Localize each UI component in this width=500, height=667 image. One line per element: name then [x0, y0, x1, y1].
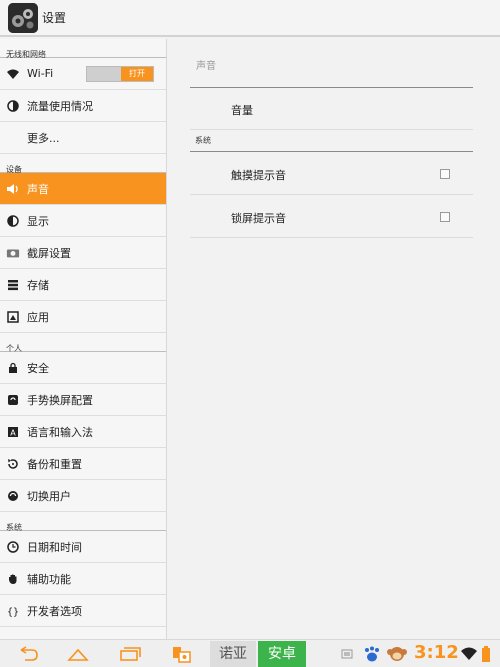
wifi-icon [6, 67, 20, 81]
hand-icon [6, 572, 20, 586]
sidebar-item-label: 手势换屏配置 [27, 393, 93, 407]
sidebar-item-wifi[interactable]: Wi-Fi 打开 [0, 58, 166, 90]
svg-text:{}: {} [7, 607, 19, 617]
system-navigation-bar: 诺亚 安卓 3:12 [0, 639, 500, 667]
sidebar-item-label: 日期和时间 [27, 540, 82, 554]
sidebar-item-label: 备份和重置 [27, 457, 82, 471]
speaker-icon [6, 182, 20, 196]
touch-sound-row[interactable]: 触摸提示音 [190, 153, 473, 195]
rotate-icon [6, 393, 20, 407]
sidebar-item-label: 存储 [27, 278, 49, 292]
app-title: 设置 [42, 11, 67, 25]
sidebar-item-label: Wi-Fi [27, 67, 54, 80]
volume-label: 音量 [231, 104, 253, 117]
lock-icon [6, 361, 20, 375]
brand-noah-label: 诺亚 [210, 641, 256, 667]
wifi-toggle-on-label: 打开 [121, 67, 153, 81]
svg-text:A: A [10, 428, 16, 437]
wifi-toggle[interactable]: 打开 [86, 66, 154, 82]
sidebar-item-label: 安全 [27, 361, 49, 375]
switch-user-icon [6, 489, 20, 503]
status-clock: 3:12 [414, 642, 459, 663]
sidebar-item-sound[interactable]: 声音 [0, 173, 166, 205]
sidebar-item-label: 开发者选项 [27, 604, 82, 618]
brightness-icon [6, 214, 20, 228]
keyboard-icon: A [6, 425, 20, 439]
sidebar-item-label: 声音 [27, 182, 49, 196]
sidebar-item-more[interactable]: 更多... [0, 122, 166, 154]
volume-row[interactable]: 音量 [190, 88, 473, 130]
section-header-wireless: 无线和网络 [0, 39, 166, 59]
sidebar-item-label: 应用 [27, 310, 49, 324]
section-header-personal: 个人 [0, 333, 166, 353]
sidebar-item-date-time[interactable]: 日期和时间 [0, 531, 166, 563]
section-header-system: 系统 [0, 512, 166, 532]
recents-icon[interactable] [118, 645, 142, 663]
sidebar-item-label: 语言和输入法 [27, 425, 93, 439]
touch-sound-checkbox[interactable] [440, 169, 450, 179]
lock-sound-row[interactable]: 锁屏提示音 [190, 196, 473, 238]
brand-android-label: 安卓 [258, 641, 306, 667]
settings-app-icon[interactable] [8, 2, 38, 33]
screenshot-icon[interactable] [170, 645, 194, 663]
sidebar-item-switch-user[interactable]: 切换用户 [0, 480, 166, 512]
sidebar-item-language-input[interactable]: A 语言和输入法 [0, 416, 166, 448]
lock-sound-label: 锁屏提示音 [231, 212, 286, 225]
battery-icon [480, 645, 492, 663]
sound-settings-pane: 声音 音量 系统 触摸提示音 锁屏提示音 [168, 39, 500, 639]
sidebar-item-security[interactable]: 安全 [0, 352, 166, 384]
braces-icon: {} [6, 604, 20, 618]
lock-sound-checkbox[interactable] [440, 212, 450, 222]
home-icon[interactable] [66, 645, 90, 663]
system-section-header: 系统 [190, 135, 473, 152]
apps-icon [6, 310, 20, 324]
sidebar-item-label: 更多... [27, 131, 60, 145]
sidebar-item-screenshot-settings[interactable]: 截屏设置 [0, 237, 166, 269]
sidebar-item-storage[interactable]: 存储 [0, 269, 166, 301]
touch-sound-label: 触摸提示音 [231, 169, 286, 182]
sidebar-item-display[interactable]: 显示 [0, 205, 166, 237]
back-icon[interactable] [16, 645, 40, 663]
settings-sidebar[interactable]: 无线和网络 Wi-Fi 打开 流量使用情况 更多... 设备 声音 显示 截屏设… [0, 39, 167, 639]
wifi-signal-icon [460, 645, 478, 663]
sidebar-item-label: 显示 [27, 214, 49, 228]
monkey-icon [386, 645, 408, 663]
sidebar-item-label: 截屏设置 [27, 246, 71, 260]
action-bar: 设置 [0, 0, 500, 37]
sidebar-item-backup-reset[interactable]: 备份和重置 [0, 448, 166, 480]
sidebar-item-label: 辅助功能 [27, 572, 71, 586]
sidebar-item-label: 流量使用情况 [27, 99, 93, 113]
storage-icon [6, 278, 20, 292]
data-usage-icon [6, 99, 20, 113]
section-header-device: 设备 [0, 154, 166, 174]
notification-icon [340, 645, 354, 663]
sidebar-item-apps[interactable]: 应用 [0, 301, 166, 333]
clock-icon [6, 540, 20, 554]
sidebar-item-data-usage[interactable]: 流量使用情况 [0, 90, 166, 122]
pane-title: 声音 [196, 61, 216, 72]
baidu-icon [362, 645, 382, 663]
sidebar-item-gesture-rotate[interactable]: 手势换屏配置 [0, 384, 166, 416]
camera-icon [6, 246, 20, 260]
sidebar-item-developer-options[interactable]: {} 开发者选项 [0, 595, 166, 627]
sidebar-item-label: 切换用户 [27, 489, 71, 503]
sidebar-item-accessibility[interactable]: 辅助功能 [0, 563, 166, 595]
restore-icon [6, 457, 20, 471]
